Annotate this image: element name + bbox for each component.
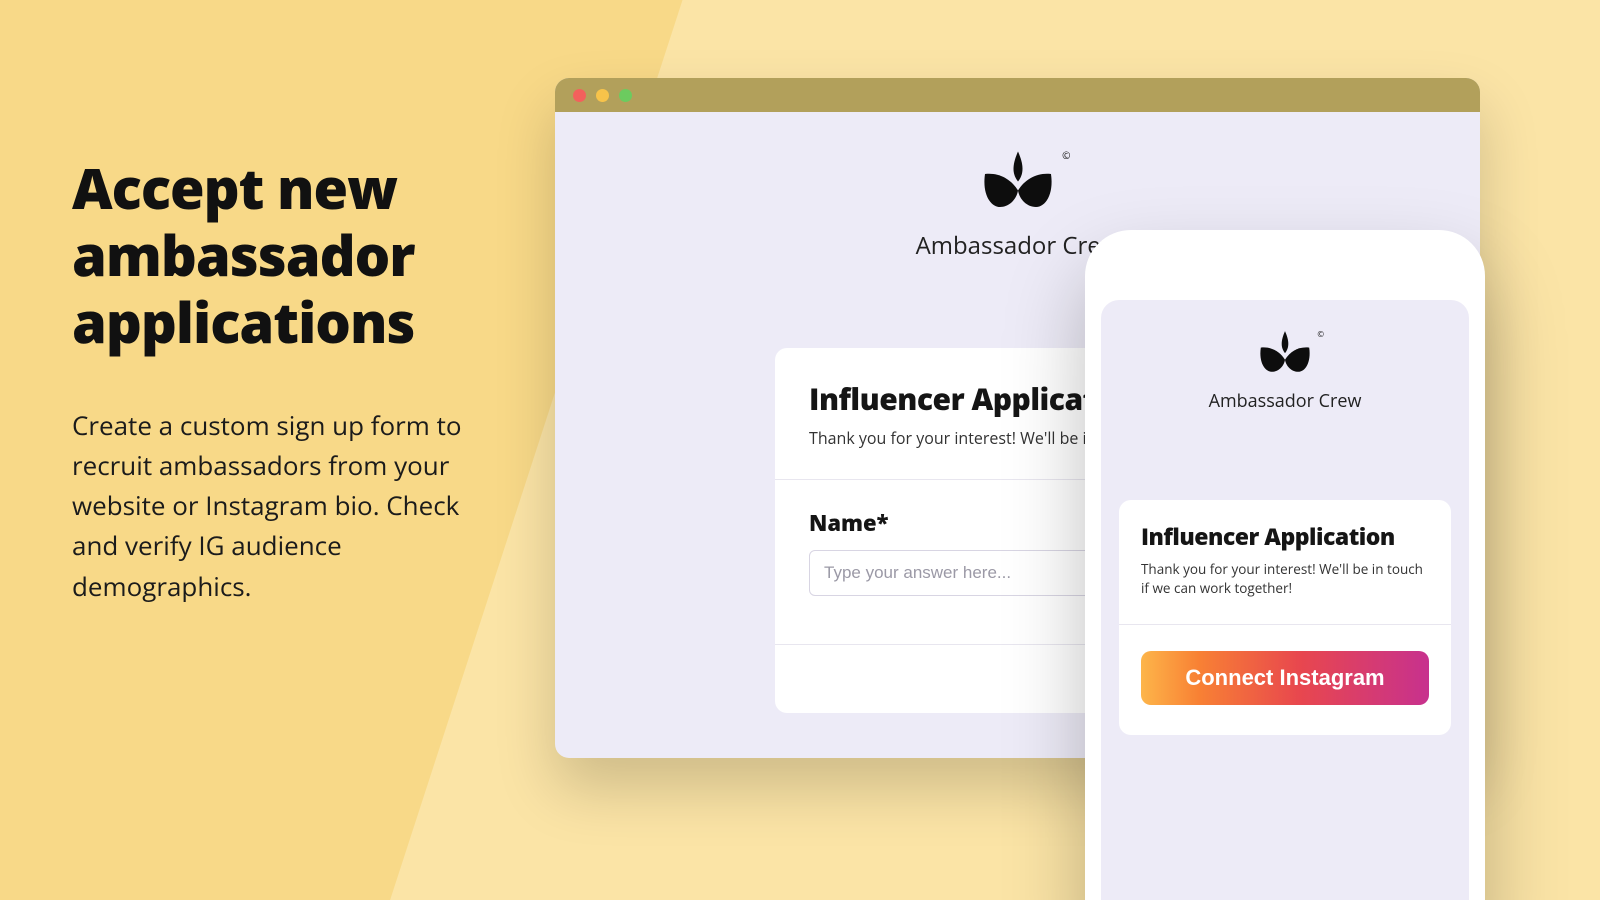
window-minimize-icon[interactable] xyxy=(596,89,609,102)
window-zoom-icon[interactable] xyxy=(619,89,632,102)
marketing-slide: Accept new ambassador applications Creat… xyxy=(0,0,1600,900)
brand-name-mobile: Ambassador Crew xyxy=(1101,389,1469,413)
hero-copy: Accept new ambassador applications Creat… xyxy=(72,155,502,606)
hero-body: Create a custom sign up form to recruit … xyxy=(72,405,502,606)
copyright-mark: © xyxy=(1062,148,1070,162)
window-titlebar xyxy=(555,78,1480,112)
leaf-icon xyxy=(1256,330,1314,374)
form-title-mobile: Influencer Application xyxy=(1141,520,1429,552)
brand-header-mobile: © Ambassador Crew xyxy=(1101,300,1469,413)
brand-logo-mobile: © xyxy=(1256,330,1314,379)
leaf-icon xyxy=(979,150,1057,210)
divider xyxy=(1119,624,1451,625)
phone-screen: © Ambassador Crew Influencer Application… xyxy=(1101,300,1469,900)
phone-device: © Ambassador Crew Influencer Application… xyxy=(1085,230,1485,900)
hero-headline: Accept new ambassador applications xyxy=(72,155,502,357)
form-subtitle-mobile: Thank you for your interest! We'll be in… xyxy=(1141,560,1429,598)
copyright-mark: © xyxy=(1317,329,1324,340)
window-close-icon[interactable] xyxy=(573,89,586,102)
brand-logo: © xyxy=(979,150,1057,215)
connect-instagram-button[interactable]: Connect Instagram xyxy=(1141,651,1429,705)
application-form-card-mobile: Influencer Application Thank you for you… xyxy=(1119,500,1451,735)
